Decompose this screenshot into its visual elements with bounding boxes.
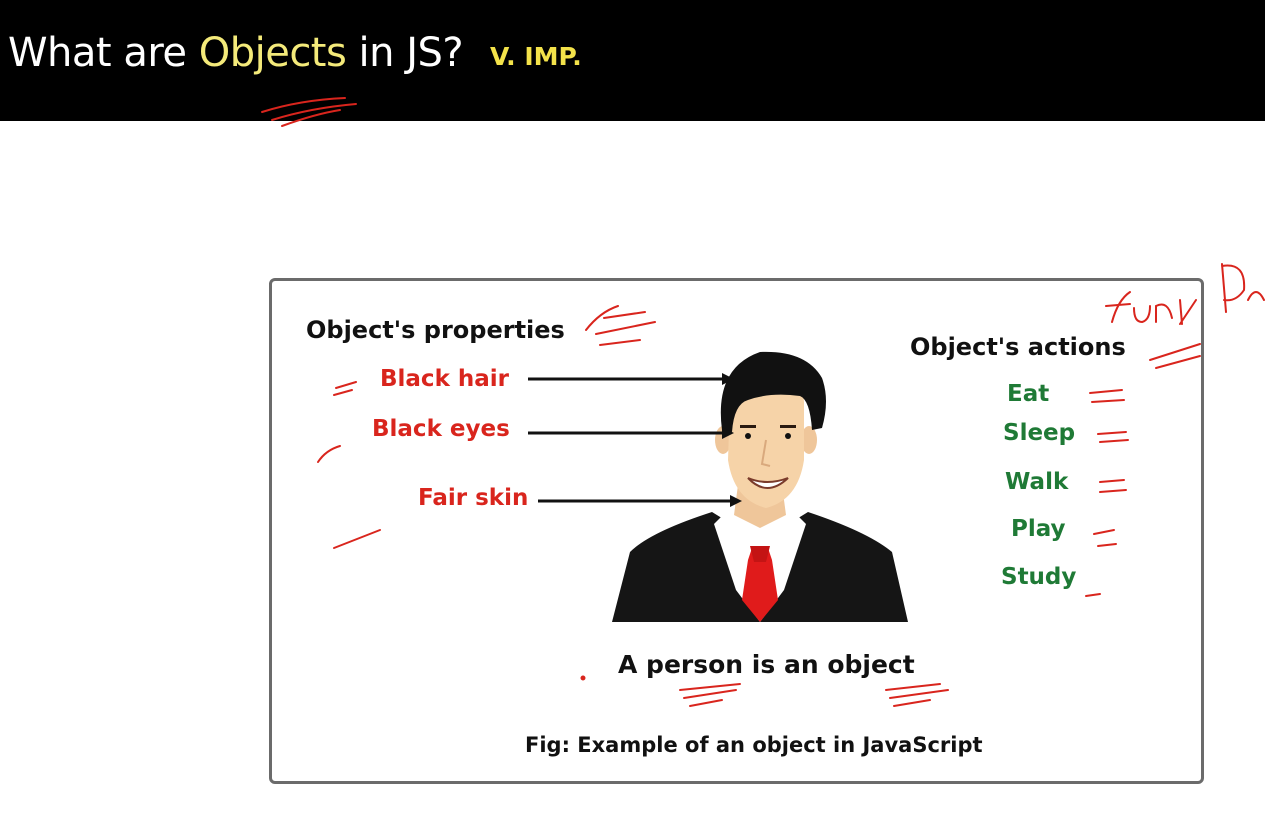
pen-annotations bbox=[261, 97, 1265, 707]
mark-study bbox=[1085, 593, 1101, 597]
mark-eyes bbox=[317, 445, 341, 463]
underline-object bbox=[885, 683, 949, 707]
mark-hair bbox=[333, 381, 357, 396]
underline-person bbox=[679, 683, 741, 707]
pen-dot bbox=[580, 675, 586, 681]
handwriting-func bbox=[1105, 291, 1197, 325]
mark-play bbox=[1093, 529, 1117, 547]
mark-sleep bbox=[1097, 431, 1129, 443]
mark-actions bbox=[1149, 343, 1201, 369]
underline-objects bbox=[261, 97, 357, 127]
mark-properties bbox=[585, 305, 656, 346]
mark-walk bbox=[1099, 479, 1127, 493]
mark-skin bbox=[333, 529, 381, 549]
mark-eat bbox=[1089, 389, 1125, 403]
handwriting-cut bbox=[1221, 263, 1265, 313]
